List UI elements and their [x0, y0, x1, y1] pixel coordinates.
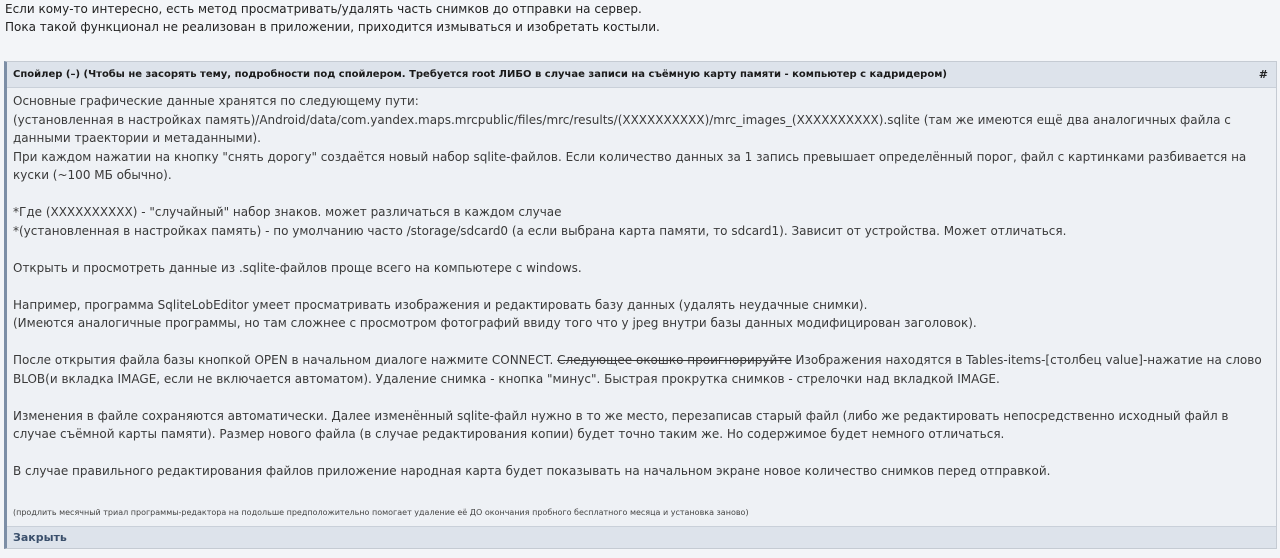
spoiler-paragraph: *Где (XXXXXXXXXX) - "случайный" набор зн… — [13, 205, 562, 219]
spoiler-paragraph: Основные графические данные хранятся по … — [13, 94, 419, 108]
spoiler-paragraph: *(установленная в настройках память) - п… — [13, 223, 1067, 238]
spoiler-paragraph: (Имеются аналогичные программы, но там с… — [13, 316, 977, 330]
spoiler-paragraph: Изменения в файле сохраняются автоматиче… — [13, 408, 1229, 442]
spoiler-title[interactable]: Спойлер (–) (Чтобы не засорять тему, под… — [13, 69, 947, 80]
spoiler-paragraph: Например, программа SqliteLobEditor умее… — [13, 297, 868, 312]
spoiler-footer: Закрыть — [7, 526, 1276, 548]
spoiler-paragraph: (установленная в настройках память)/Andr… — [13, 112, 1231, 146]
strikethrough-text: Следующее окошко проигнорируйте — [557, 353, 792, 367]
intro-line-2: Пока такой функционал не реализован в пр… — [5, 20, 660, 34]
spoiler-paragraph: После открытия файла базы кнопкой OPEN в… — [13, 351, 1275, 388]
paragraph-text: После открытия файла базы кнопкой OPEN в… — [13, 353, 558, 367]
intro-text: Если кому-то интересно, есть метод просм… — [5, 0, 1275, 36]
spoiler-header[interactable]: Спойлер (–) (Чтобы не засорять тему, под… — [7, 62, 1276, 88]
spoiler-anchor-link[interactable]: # — [1259, 68, 1268, 81]
close-spoiler-link[interactable]: Закрыть — [13, 531, 67, 544]
spoiler-paragraph: В случае правильного редактирования файл… — [13, 464, 1051, 478]
trial-note: (продлить месячный триал программы-редак… — [13, 508, 749, 517]
spoiler-block: Спойлер (–) (Чтобы не засорять тему, под… — [4, 61, 1277, 549]
intro-line-1: Если кому-то интересно, есть метод просм… — [5, 2, 642, 16]
spoiler-body: Основные графические данные хранятся по … — [13, 92, 1275, 481]
spoiler-paragraph: Открыть и просмотреть данные из .sqlite-… — [13, 260, 582, 275]
spoiler-paragraph: При каждом нажатии на кнопку "снять доро… — [13, 149, 1247, 183]
